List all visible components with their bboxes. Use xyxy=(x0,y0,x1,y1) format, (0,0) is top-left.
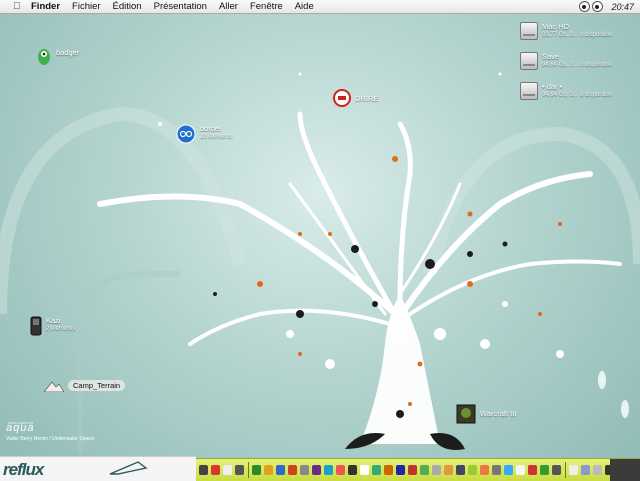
dock-app-icon[interactable] xyxy=(288,465,297,475)
dock-app-icon[interactable] xyxy=(468,465,477,475)
icon-sublabel: 2 éléments xyxy=(46,326,76,332)
icon-label: DRIRE xyxy=(355,94,379,103)
drive-label: Save xyxy=(542,52,560,61)
hard-drive-icon xyxy=(520,82,538,100)
dock-app-icon[interactable] xyxy=(264,465,273,475)
dock-app-icon[interactable] xyxy=(223,465,232,475)
wallpaper-credit: Vader Berry Remix / Underwater Spawn xyxy=(6,436,95,442)
menu-aller[interactable]: Aller xyxy=(219,1,246,12)
dock-app-icon[interactable] xyxy=(480,465,489,475)
dock-app-icon[interactable] xyxy=(324,465,333,475)
menu-bar:  Finder Fichier Édition Présentation Al… xyxy=(0,0,640,14)
dock-app-icon[interactable] xyxy=(528,465,537,475)
drive-mac-hd[interactable]: Mac HD 93,77 Go, 3... o disponible xyxy=(520,22,612,40)
drive-label: • dar • xyxy=(542,82,563,91)
phone-icon xyxy=(30,316,42,336)
xeyes-widget xyxy=(579,1,604,12)
dock-app-icon[interactable] xyxy=(492,465,501,475)
logo-mark-icon xyxy=(109,461,148,475)
desktop-icon-badger[interactable]: badger xyxy=(36,48,79,66)
drive-label: Mac HD xyxy=(542,22,570,31)
drive-sublabel: 94,64 Go, 3... o disponible xyxy=(542,62,613,68)
dock-app-icon[interactable] xyxy=(396,465,405,475)
dock-app-icon[interactable] xyxy=(444,465,453,475)
icon-label: Warcraft III xyxy=(480,409,517,418)
icon-sublabel: 13 éléments xyxy=(200,134,233,140)
icon-label: Kazi xyxy=(46,316,61,325)
desktop-icon-warcraft[interactable]: Warcraft III xyxy=(456,404,516,424)
dock-app-icon[interactable] xyxy=(348,465,357,475)
dock-app-icon[interactable] xyxy=(516,465,525,475)
badger-icon xyxy=(38,49,50,65)
drive-sublabel: 94,64 Go, 3... o disponible xyxy=(542,92,613,98)
dock-app-icon[interactable] xyxy=(252,465,261,475)
apple-menu-icon[interactable]:  xyxy=(13,1,23,12)
dock-separator xyxy=(248,462,249,478)
dock-app-icon[interactable] xyxy=(569,465,578,475)
folder-icon xyxy=(176,124,196,144)
hard-drive-icon xyxy=(520,22,538,40)
dock-app-icon[interactable] xyxy=(420,465,429,475)
drire-icon xyxy=(333,89,351,107)
icon-label: Camp_Terrain xyxy=(68,380,126,391)
menu-fichier[interactable]: Fichier xyxy=(72,1,109,12)
dock-app-icon[interactable] xyxy=(456,465,465,475)
eye-icon xyxy=(579,1,591,12)
trash-icon[interactable] xyxy=(610,459,640,481)
dock xyxy=(196,458,640,481)
dock-app-icon[interactable] xyxy=(235,465,244,475)
menu-aide[interactable]: Aide xyxy=(295,1,322,12)
dock-app-icon[interactable] xyxy=(408,465,417,475)
dock-app-icon[interactable] xyxy=(360,465,369,475)
desktop-icon-camp-terrain[interactable]: Camp_Terrain xyxy=(44,380,126,392)
dock-app-icon[interactable] xyxy=(384,465,393,475)
dock-app-icon[interactable] xyxy=(372,465,381,475)
wallpaper-brand: aqua xyxy=(6,422,35,434)
dock-app-icon[interactable] xyxy=(336,465,345,475)
dock-app-icon[interactable] xyxy=(540,465,549,475)
menu-presentation[interactable]: Présentation xyxy=(154,1,215,12)
dock-app-icon[interactable] xyxy=(211,465,220,475)
drive-dar[interactable]: • dar • 94,64 Go, 3... o disponible xyxy=(520,82,612,100)
menu-fenetre[interactable]: Fenêtre xyxy=(250,1,291,12)
dock-app-icon[interactable] xyxy=(300,465,309,475)
dock-app-icon[interactable] xyxy=(312,465,321,475)
desktop-icon-drire[interactable]: DRIRE xyxy=(333,89,378,107)
terrain-icon xyxy=(44,381,64,392)
dock-app-icon[interactable] xyxy=(593,465,602,475)
eye-icon xyxy=(592,1,604,12)
bottom-logo-bar: reflux xyxy=(0,456,196,481)
reflux-logo: reflux xyxy=(3,460,44,479)
icon-label: bordel xyxy=(200,124,221,133)
hard-drive-icon xyxy=(520,52,538,70)
menu-edition[interactable]: Édition xyxy=(113,1,150,12)
warcraft-icon xyxy=(456,404,476,424)
dock-app-icon[interactable] xyxy=(432,465,441,475)
dock-separator xyxy=(565,462,566,478)
dock-app-icon[interactable] xyxy=(199,465,208,475)
icon-label: badger xyxy=(56,48,80,57)
dock-app-icon[interactable] xyxy=(504,465,513,475)
desktop-icon-bordel[interactable]: bordel 13 éléments xyxy=(176,124,233,144)
menu-finder[interactable]: Finder xyxy=(31,1,68,12)
desktop-icon-kazi[interactable]: Kazi 2 éléments xyxy=(30,316,75,336)
drive-sublabel: 93,77 Go, 3... o disponible xyxy=(542,32,613,38)
drive-save[interactable]: Save 94,64 Go, 3... o disponible xyxy=(520,52,612,70)
dock-app-icon[interactable] xyxy=(276,465,285,475)
dock-app-icon[interactable] xyxy=(581,465,590,475)
dock-app-icon[interactable] xyxy=(552,465,561,475)
menubar-clock[interactable]: 20:47 xyxy=(611,2,634,12)
